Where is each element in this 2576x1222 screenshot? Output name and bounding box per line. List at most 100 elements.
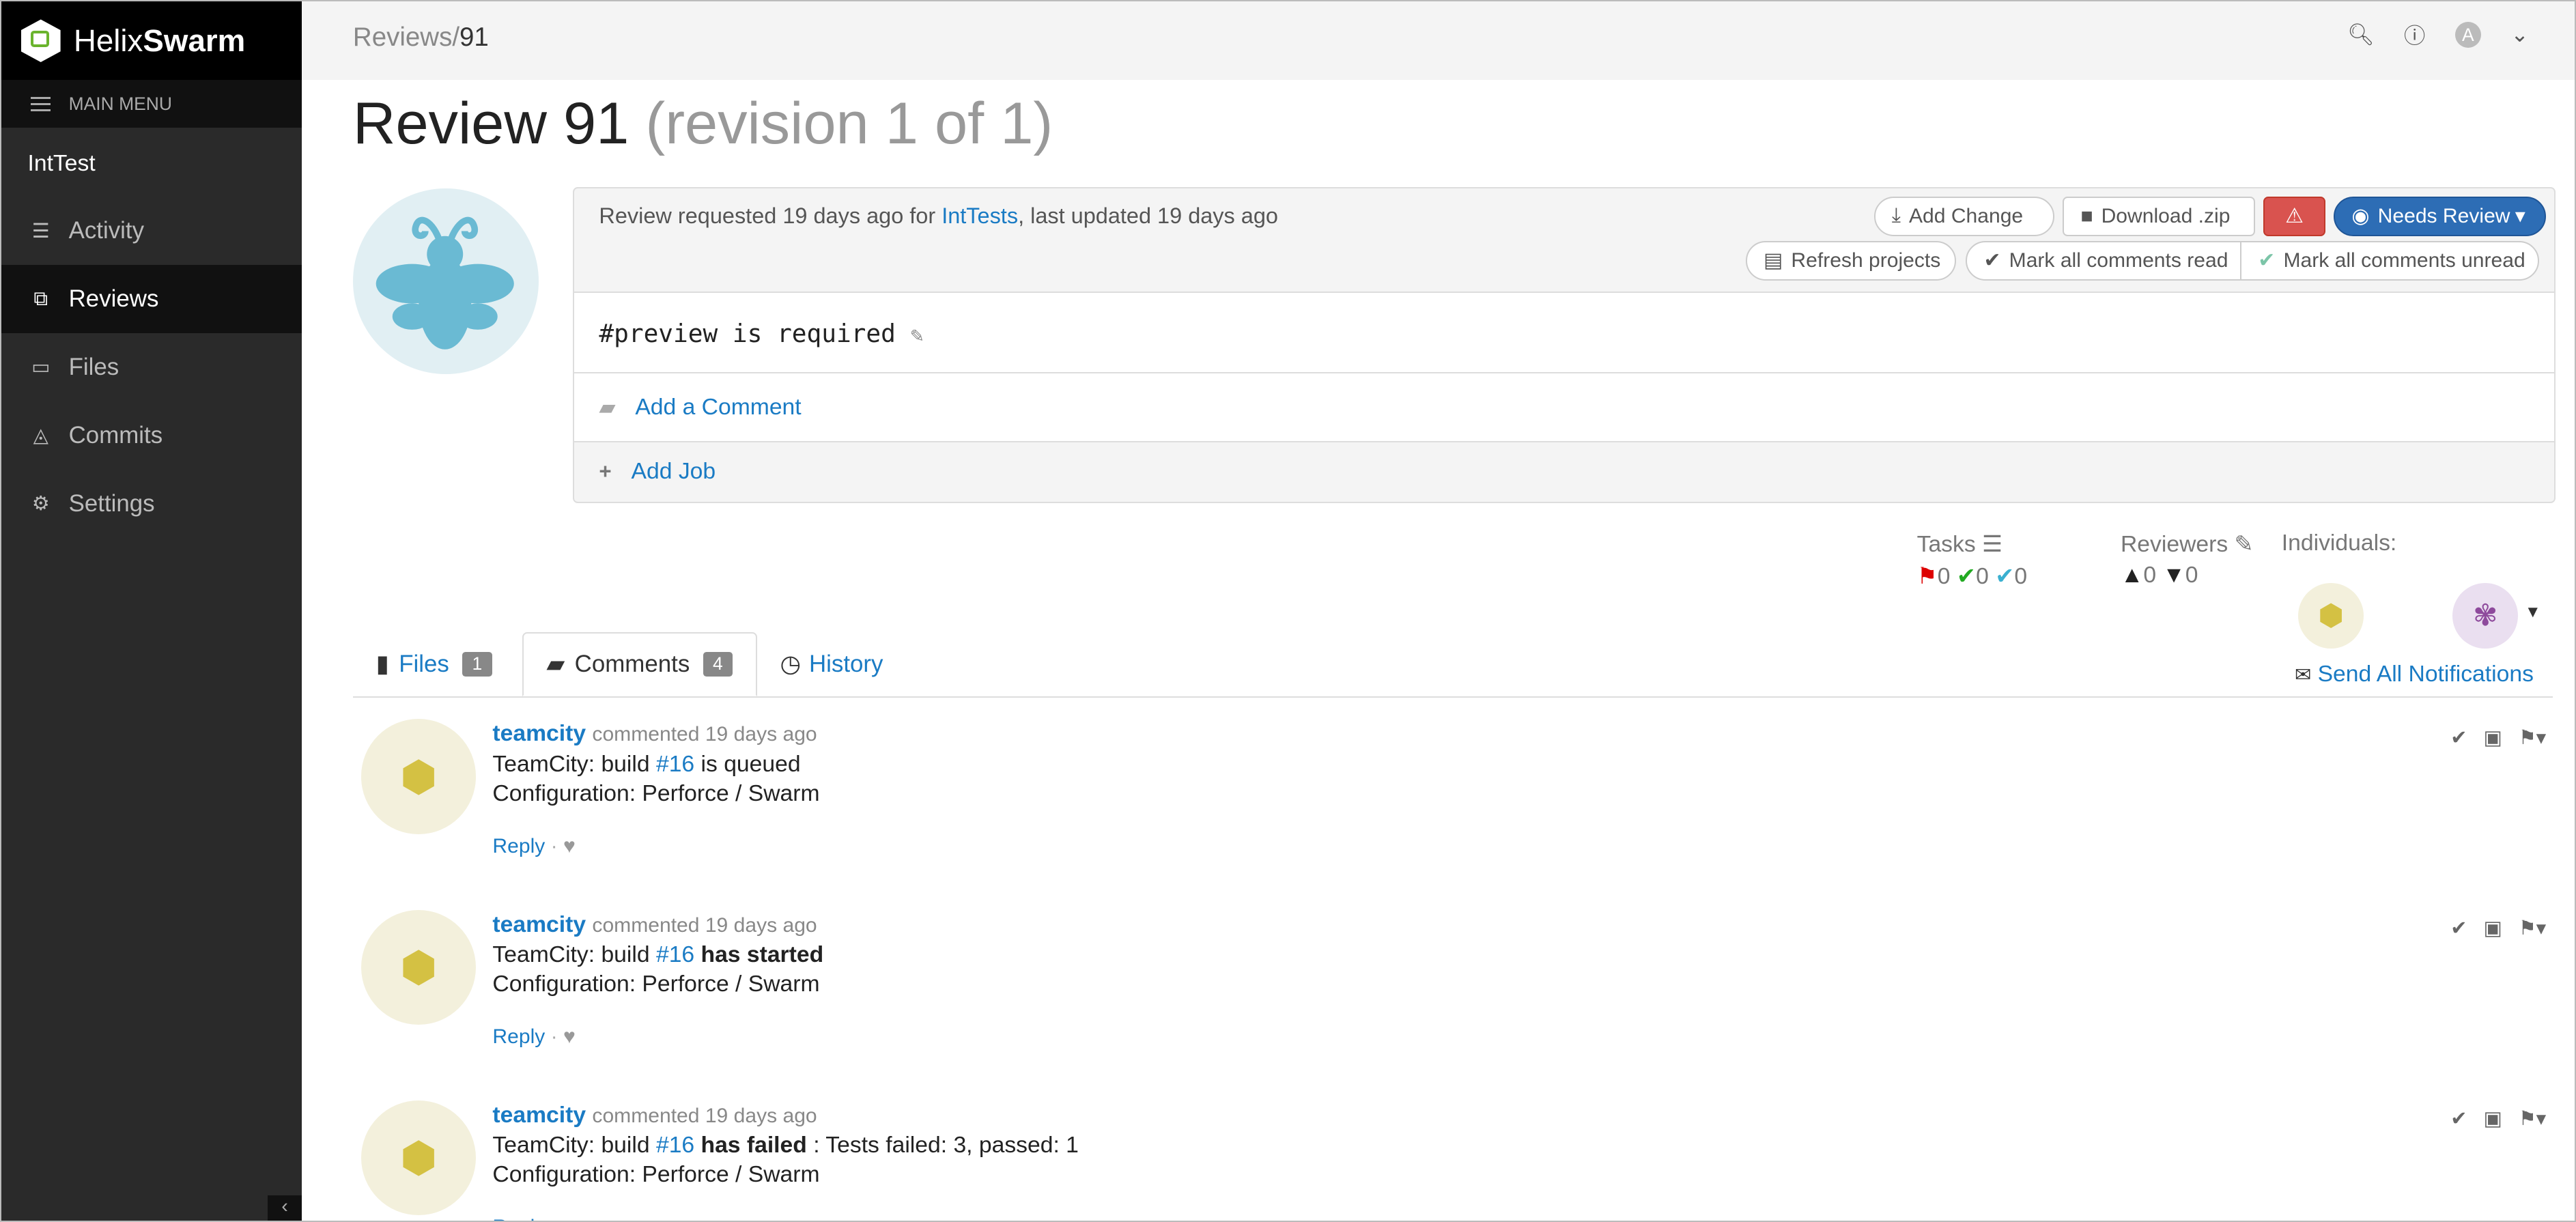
eye-icon: ◉ [2351,205,2370,228]
archive-icon[interactable]: ▣ [2483,1107,2502,1131]
comment-body: TeamCity: build #16 has failed : Tests f… [492,1131,1078,1160]
description-text: #preview is required [599,319,896,348]
list-icon[interactable]: ☰ [1982,532,2002,557]
button-label: Mark all comments unread [2283,248,2525,272]
check-icon: ✔ [1956,563,1977,589]
tab-label: History [808,650,883,677]
search-icon[interactable]: 🔍︎ [2347,22,2375,47]
tab-history[interactable]: ◷ History [757,632,906,696]
individuals-label: Individuals: [2281,530,2397,556]
add-comment-row[interactable]: ▰ Add a Comment [574,373,2554,442]
breadcrumb: Reviews/91 [353,23,489,53]
reply-link[interactable]: Reply [492,835,545,857]
mark-read-icon[interactable]: ✔ [2450,916,2467,940]
build-link[interactable]: #16 [656,752,694,777]
archive-icon[interactable]: ▣ [2483,726,2502,750]
sidebar-item-commits[interactable]: ◬ Commits [1,401,302,470]
mark-all-read-button[interactable]: ✔ Mark all comments read [1966,240,2242,281]
sidebar-item-label: Settings [68,489,155,517]
add-job-row[interactable]: + Add Job [574,442,2553,502]
add-change-icon: ⤓ [1891,204,1901,227]
comment-author-link[interactable]: teamcity [492,721,586,746]
brand-name-light: Helix [73,23,143,58]
comment-timestamp: commented 19 days ago [592,723,817,746]
like-heart-icon[interactable]: ♥ [563,1025,576,1048]
files-count-badge: 1 [462,651,492,677]
comment-body: TeamCity: build #16 is queued [492,750,819,779]
sidebar-item-settings[interactable]: ⚙ Settings [1,470,302,538]
sidebar-item-files[interactable]: ▭ Files [1,333,302,401]
comment-timestamp: commented 19 days ago [592,913,817,937]
button-label: Mark all comments read [2009,248,2228,272]
refresh-projects-icon: ▤ [1764,249,1783,272]
comment-text: TeamCity: build [492,751,656,777]
project-name[interactable]: IntTest [1,128,302,197]
tab-files[interactable]: ▮ Files 1 [353,632,515,696]
flag-task-icon[interactable]: ⚑▾ [2519,726,2546,750]
archive-icon[interactable]: ▣ [2483,916,2502,940]
comments-count-badge: 4 [703,651,733,677]
sidebar-item-activity[interactable]: ☰ Activity [1,197,302,265]
build-link[interactable]: #16 [656,942,694,967]
mark-read-icon[interactable]: ✔ [2450,726,2467,750]
flag-task-icon[interactable]: ⚑▾ [2519,916,2546,940]
add-comment-link[interactable]: Add a Comment [635,395,801,421]
refresh-projects-button[interactable]: ▤ Refresh projects [1745,240,1956,281]
like-heart-icon[interactable]: ♥ [563,1216,576,1221]
button-label: Download .zip [2101,204,2231,227]
add-job-link[interactable]: Add Job [632,459,716,485]
sidebar-item-label: Activity [68,217,145,244]
sidebar-item-label: Files [68,353,119,380]
breadcrumb-reviews-link[interactable]: Reviews/ [353,23,459,52]
review-title: Review 91 [352,90,629,156]
collapse-sidebar-button[interactable]: ‹ [267,1195,302,1221]
review-state-dropdown[interactable]: ◉ Needs Review ▾ [2334,196,2546,236]
comment-body: TeamCity: build #16 has started [492,940,823,969]
reply-link[interactable]: Reply [492,1025,545,1048]
author-avatar[interactable] [352,188,539,375]
comment-timestamp: commented 19 days ago [592,1104,817,1127]
commenter-avatar[interactable]: ⬢ [360,719,477,834]
download-zip-button[interactable]: ■ Download .zip [2063,196,2255,236]
mark-all-unread-button[interactable]: ✔ Mark all comments unread [2240,240,2540,281]
like-heart-icon[interactable]: ♥ [563,835,576,857]
comment-icon: ▰ [546,650,565,677]
breadcrumb-current: 91 [459,23,489,53]
hamburger-icon [31,96,51,112]
build-link[interactable]: #16 [656,1133,694,1158]
flag-task-icon[interactable]: ⚑▾ [2519,1107,2546,1131]
chevron-down-icon[interactable]: ⌄ [2510,23,2528,47]
down-votes-count: 0 [2185,562,2198,588]
comment-config: Configuration: Perforce / Swarm [492,1162,820,1188]
sidebar-item-reviews[interactable]: ⧉ Reviews [1,265,302,333]
user-avatar[interactable]: A [2454,21,2482,48]
down-vote-icon: ▼ [2162,562,2185,588]
commenter-avatar[interactable]: ⬢ [360,1100,477,1216]
add-change-button[interactable]: ⤓ Add Change [1873,196,2055,236]
reply-link[interactable]: Reply [492,1216,545,1221]
commits-icon: ◬ [33,425,48,447]
commenter-avatar[interactable]: ⬢ [360,909,477,1025]
double-check-icon: ✔ [1995,563,2015,589]
bee-icon [376,217,514,350]
tab-comments[interactable]: ▰ Comments 4 [522,631,757,696]
gear-icon: ⚙ [31,493,50,515]
reviewer-caret-icon[interactable]: ▼ [2525,603,2541,622]
edit-pencil-icon[interactable]: ✎ [911,323,924,347]
check-circle-icon: ✔ [2258,249,2276,272]
edit-reviewers-icon[interactable]: ✎ [2235,532,2254,557]
help-icon[interactable]: ⓘ [2404,19,2425,50]
brand-name-bold: Swarm [143,23,246,58]
helix-swarm-logo[interactable]: Helix Swarm [1,1,302,81]
mark-read-icon[interactable]: ✔ [2450,1107,2467,1131]
reviewers-summary: Reviewers ✎ ▲0 ▼0 [2121,530,2254,588]
request-prefix: Review requested 19 days ago for [599,203,942,228]
comment-text: TeamCity: build [492,1133,656,1159]
comment-author-link[interactable]: teamcity [492,1103,586,1128]
comment-author-link[interactable]: teamcity [492,912,586,937]
main-menu-toggle[interactable]: MAIN MENU [1,80,302,128]
comment-text: TeamCity: build [492,941,656,967]
sidebar-item-label: Commits [68,421,163,449]
project-link[interactable]: IntTests [942,203,1018,228]
obliterate-warning-button[interactable]: ⚠ [2263,196,2326,236]
